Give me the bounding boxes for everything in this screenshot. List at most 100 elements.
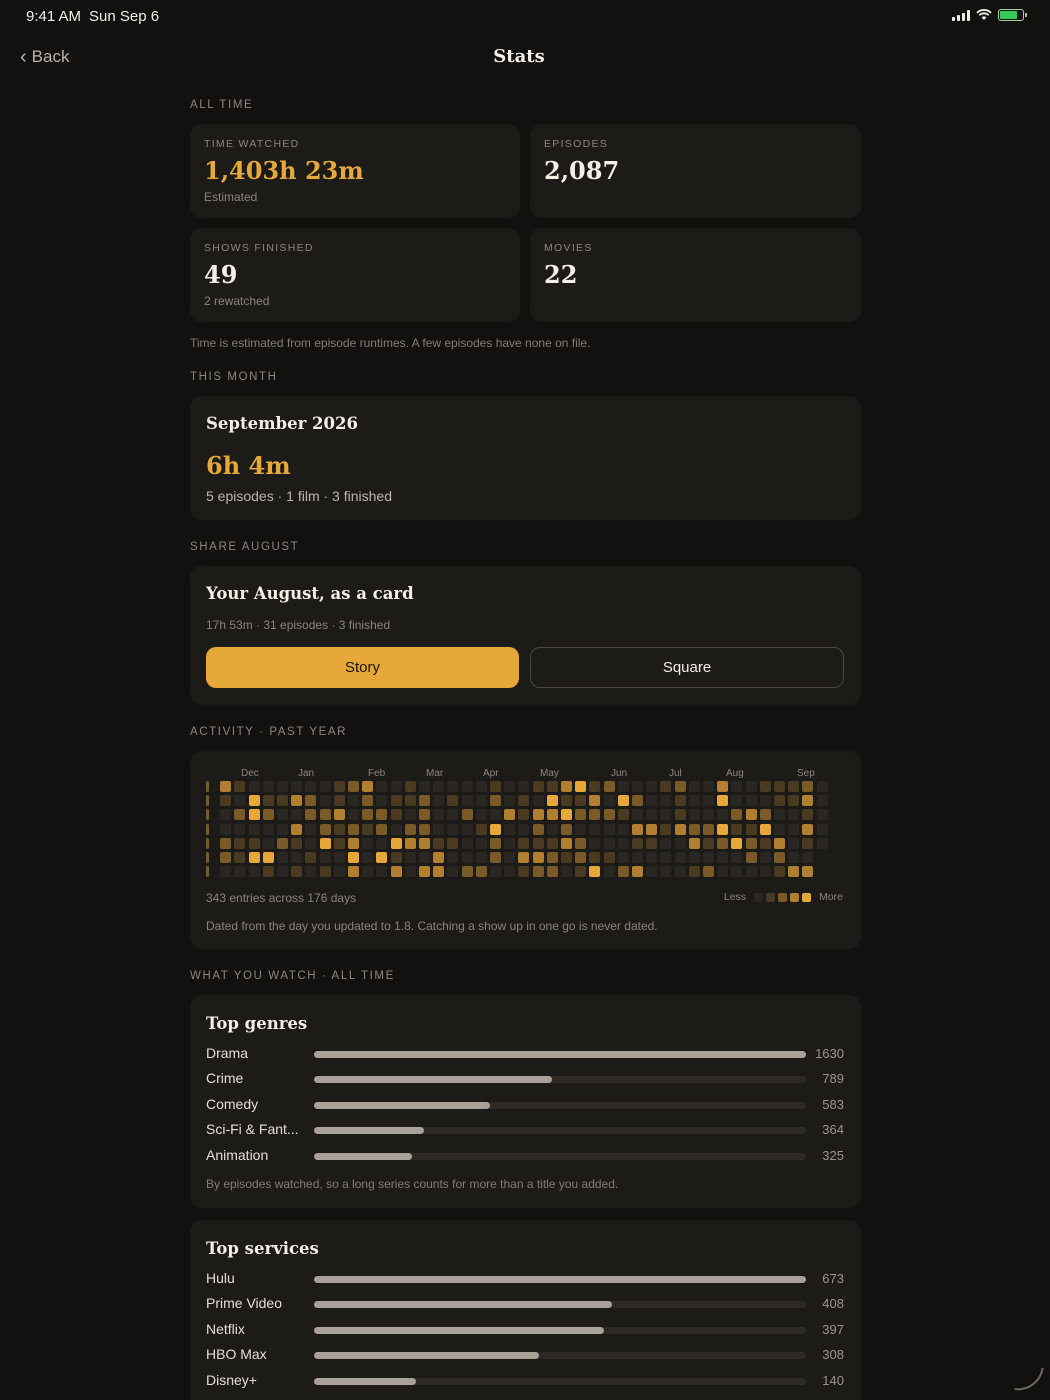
heatmap-cell [234, 781, 246, 792]
heatmap-cell [617, 823, 629, 835]
heatmap-cell [461, 852, 473, 863]
bar-fill [314, 1076, 553, 1084]
activity-note: Dated from the day you updated to 1.8. C… [206, 919, 658, 933]
heatmap-cell [305, 852, 317, 863]
bar-label: HBO Max [206, 1346, 267, 1363]
heatmap-cell [262, 781, 274, 792]
heatmap-cell [291, 795, 303, 807]
heatmap-cell [362, 852, 374, 863]
service-row: Netflix 397 [206, 1321, 844, 1341]
heatmap-cell [745, 781, 757, 792]
heatmap-cell [447, 781, 459, 792]
heatmap-cell [745, 795, 757, 807]
heatmap-cell [461, 866, 473, 878]
episodes-card: EPISODES 2,087 [530, 124, 861, 218]
heatmap-cell [589, 781, 601, 792]
heatmap-cell [546, 866, 558, 878]
heatmap-cell [447, 837, 459, 849]
heatmap-cell [802, 837, 814, 849]
heatmap-cell [220, 781, 232, 792]
heatmap-cell [490, 809, 501, 821]
month-title: September 2026 [206, 414, 358, 433]
heatmap-cell [262, 823, 274, 835]
this-month-card: September 2026 6h 4m 5 episodes · 1 film… [190, 396, 861, 520]
bar-label: Netflix [206, 1320, 245, 1337]
service-row: Hulu 673 [206, 1270, 844, 1290]
heatmap-cell [234, 823, 246, 835]
heatmap-cell [646, 852, 658, 863]
heatmap-cell [419, 852, 430, 863]
bar-count: 308 [822, 1347, 844, 1363]
heatmap-cell [447, 823, 459, 835]
heatmap-cell [220, 837, 232, 849]
top-genres-title: Top genres [206, 1014, 308, 1033]
heatmap-cell [362, 823, 374, 835]
heatmap-cell [319, 866, 331, 878]
story-button[interactable]: Story [206, 647, 519, 688]
heatmap-cell [461, 837, 473, 849]
bar-track [314, 1101, 806, 1109]
month-label: Jun [611, 768, 628, 779]
stat-value: 1,403h 23m [204, 156, 364, 185]
square-button[interactable]: Square [530, 647, 844, 688]
heatmap-cell [546, 837, 558, 849]
heatmap-cell [802, 809, 814, 821]
heatmap-cell [390, 795, 402, 807]
heatmap-cell [759, 866, 771, 878]
heatmap-cell [277, 809, 288, 821]
heatmap-cell [234, 809, 246, 821]
heatmap-cell [589, 809, 601, 821]
legend-swatches [754, 892, 812, 902]
heatmap-cell [674, 837, 686, 849]
heatmap-cell [234, 866, 246, 878]
heatmap-cell [632, 809, 643, 821]
heatmap-cell [759, 823, 771, 835]
heatmap-cell [291, 781, 303, 792]
bar-count: 408 [822, 1296, 844, 1312]
heatmap-cell [688, 866, 700, 878]
legend-swatch [790, 892, 800, 902]
heatmap-cell [660, 866, 672, 878]
heatmap-cell [660, 795, 672, 807]
heatmap-cell [419, 781, 430, 792]
heatmap-cell [490, 781, 501, 792]
heatmap-cell [717, 781, 729, 792]
heatmap-cell [504, 837, 516, 849]
legend-swatch [766, 892, 776, 902]
heatmap-cell [632, 823, 643, 835]
bar-fill [314, 1051, 806, 1058]
stat-value: 22 [544, 260, 578, 289]
share-section-label: SHARE AUGUST [190, 541, 300, 553]
heatmap-month-labels: Dec Jan Feb Mar Apr May Jun Jul Aug Sep [206, 768, 846, 780]
heatmap-cell [759, 809, 771, 821]
bar-count: 1630 [815, 1046, 844, 1061]
heatmap-cell [206, 781, 209, 792]
heatmap-cell [475, 823, 487, 835]
heatmap-cell [788, 823, 800, 835]
heatmap-cell [433, 795, 445, 807]
month-label: Apr [483, 768, 499, 779]
heatmap-cell [774, 852, 785, 863]
heatmap-cell [603, 781, 615, 792]
heatmap-cell [333, 795, 345, 807]
heatmap-cell [333, 781, 345, 792]
top-genres-card: Top genres Drama 1630 Crime 789 Comedy 583 Sci… [190, 995, 861, 1208]
month-label: May [540, 768, 559, 779]
heatmap-cell [376, 795, 388, 807]
genre-row: Sci-Fi & Fant... 364 [206, 1121, 844, 1141]
heatmap-cell [802, 795, 814, 807]
heatmap-cell [774, 823, 785, 835]
heatmap-cell [575, 823, 587, 835]
heatmap-cell [745, 852, 757, 863]
heatmap-cell [248, 809, 260, 821]
heatmap-cell [291, 866, 303, 878]
heatmap-cell [277, 795, 288, 807]
scroll-indicator [1014, 1364, 1044, 1394]
heatmap-cell [532, 781, 544, 792]
legend-swatch [778, 892, 788, 902]
heatmap-cell [788, 852, 800, 863]
heatmap-cell [291, 837, 303, 849]
heatmap-cell [248, 781, 260, 792]
heatmap-cell [277, 866, 288, 878]
battery-level [1000, 11, 1017, 19]
